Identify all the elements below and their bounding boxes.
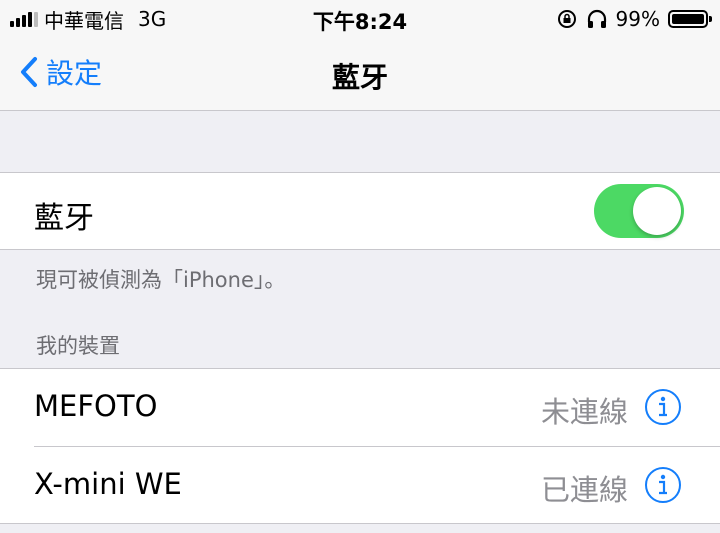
device-status: 未連線 [540, 395, 628, 429]
device-row-x-mini-we[interactable]: X-mini WE 已連線 [0, 447, 720, 524]
toggle-knob [633, 187, 681, 235]
device-name: MEFOTO [34, 389, 158, 423]
status-bar: 中華電信 3G 下午8:24 99% [0, 0, 720, 38]
device-name: X-mini WE [34, 467, 182, 501]
bluetooth-cell: 藍牙 [0, 172, 720, 250]
status-right: 99% [556, 5, 712, 33]
rotation-lock-icon [557, 10, 576, 28]
bluetooth-label: 藍牙 [34, 201, 94, 236]
headphones-icon [587, 9, 606, 28]
device-row-mefoto[interactable]: MEFOTO 未連線 [0, 369, 720, 447]
page-title: 藍牙 [331, 61, 388, 94]
device-status: 已連線 [540, 473, 628, 507]
info-icon[interactable] [644, 466, 682, 504]
battery-percent: 99% [615, 7, 660, 31]
navigation-bar: 設定 藍牙 [0, 38, 720, 111]
info-icon[interactable] [644, 388, 682, 426]
battery-icon [668, 10, 712, 28]
device-list: MEFOTO 未連線 X-mini WE 已連線 [0, 368, 720, 524]
my-devices-header: 我的裝置 [36, 334, 120, 358]
bluetooth-toggle[interactable] [594, 184, 684, 238]
discoverable-footnote: 現可被偵測為「iPhone」。 [36, 268, 286, 292]
